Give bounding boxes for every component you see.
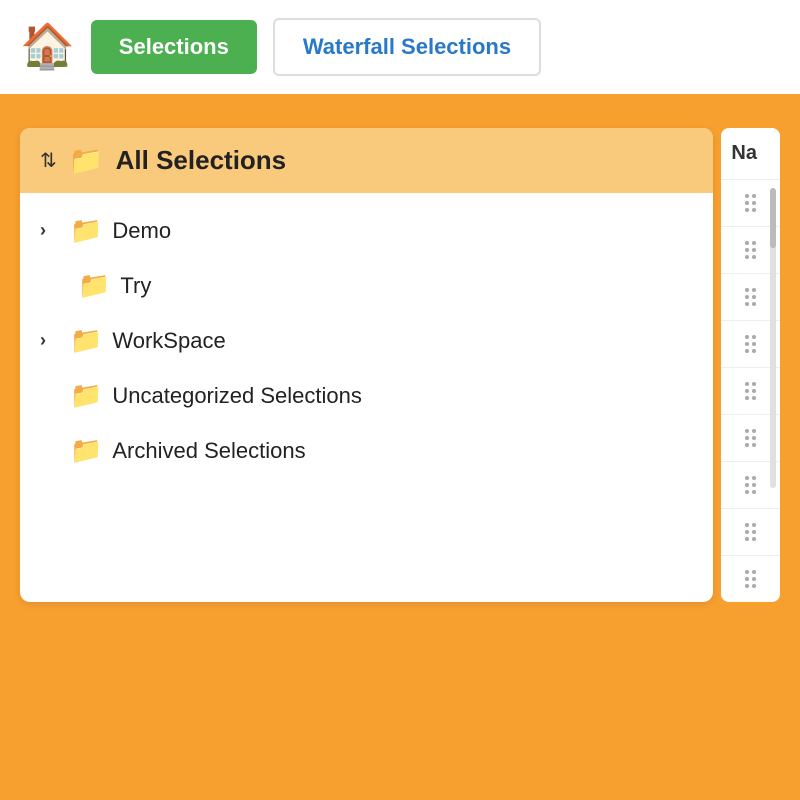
tree-item-label-workspace: WorkSpace [112, 328, 225, 354]
selections-button[interactable]: Selections [91, 20, 257, 74]
tree-items: › 📁 Demo 📁 Try › 📁 WorkSpace › 📁 Uncateg… [20, 193, 713, 488]
header: 🏠 Selections Waterfall Selections [0, 0, 800, 98]
dots-row-8[interactable] [721, 509, 780, 556]
right-column: Na [721, 128, 780, 602]
chevron-demo: › [40, 220, 60, 241]
folder-icon-workspace: 📁 [70, 325, 102, 356]
dots-row-9[interactable] [721, 556, 780, 602]
waterfall-selections-button[interactable]: Waterfall Selections [273, 18, 541, 76]
folder-icon-header: 📁 [69, 144, 104, 177]
tree-item-label-archived: Archived Selections [112, 438, 305, 464]
tree-item-label-uncategorized: Uncategorized Selections [112, 383, 361, 409]
tree-item-try[interactable]: 📁 Try [20, 258, 713, 313]
home-icon[interactable]: 🏠 [20, 25, 75, 69]
tree-item-demo[interactable]: › 📁 Demo [20, 203, 713, 258]
scrollbar-track[interactable] [770, 188, 776, 488]
all-selections-header[interactable]: ⇅ 📁 All Selections [20, 128, 713, 193]
tree-item-workspace[interactable]: › 📁 WorkSpace [20, 313, 713, 368]
folder-icon-demo: 📁 [70, 215, 102, 246]
left-panel: ⇅ 📁 All Selections › 📁 Demo 📁 Try › 📁 Wo… [20, 128, 713, 602]
tree-item-uncategorized[interactable]: › 📁 Uncategorized Selections [20, 368, 713, 423]
folder-icon-archived: 📁 [70, 435, 102, 466]
tree-item-label-try: Try [120, 273, 151, 299]
sort-icon[interactable]: ⇅ [40, 148, 57, 173]
right-column-header: Na [721, 128, 780, 180]
folder-icon-try: 📁 [78, 270, 110, 301]
tree-item-archived[interactable]: › 📁 Archived Selections [20, 423, 713, 478]
main-content: ⇅ 📁 All Selections › 📁 Demo 📁 Try › 📁 Wo… [0, 98, 800, 632]
chevron-workspace: › [40, 330, 60, 351]
folder-icon-uncategorized: 📁 [70, 380, 102, 411]
scrollbar-thumb[interactable] [770, 188, 776, 248]
tree-item-label-demo: Demo [112, 218, 171, 244]
all-selections-title: All Selections [116, 145, 287, 176]
